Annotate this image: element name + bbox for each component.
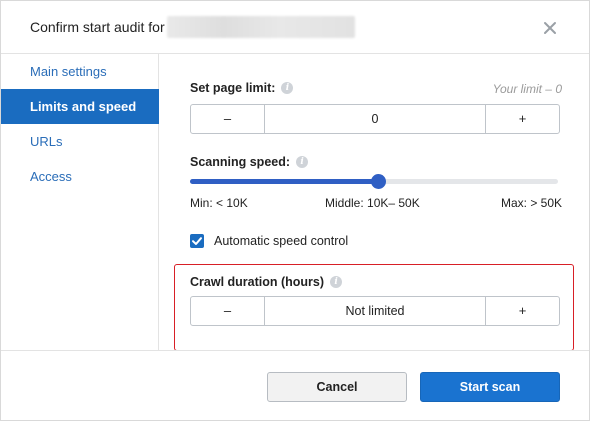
page-limit-label-text: Set page limit: [190,81,276,95]
info-icon[interactable]: i [330,275,343,288]
slider-thumb[interactable] [370,174,386,189]
scanning-speed-slider[interactable] [190,174,558,189]
crawl-duration-value[interactable]: Not limited [265,297,485,325]
page-limit-stepper: – 0 + [190,104,560,134]
page-limit-label: Set page limit: i [190,81,294,95]
checkmark-icon [192,237,202,245]
sidebar-item-access[interactable]: Access [1,159,159,194]
automatic-speed-label: Automatic speed control [214,234,349,248]
scanning-speed-label-text: Scanning speed: [190,155,291,169]
cancel-button[interactable]: Cancel [267,372,407,402]
page-limit-value[interactable]: 0 [265,105,485,133]
sidebar-item-main-settings[interactable]: Main settings [1,54,159,89]
speed-max-label: Max: > 50K [501,196,563,210]
close-button[interactable] [541,19,559,37]
dialog-title-text: Confirm start audit for [30,19,165,36]
start-scan-button[interactable]: Start scan [420,372,560,402]
dialog-footer: Cancel Start scan [1,350,589,420]
info-icon[interactable]: i [281,81,294,94]
your-limit-note: Your limit – 0 [492,82,562,96]
crawl-duration-label: Crawl duration (hours) i [190,275,343,289]
dialog-header: Confirm start audit for [1,1,589,54]
page-limit-decrement-button[interactable]: – [191,105,265,133]
crawl-duration-stepper: – Not limited + [190,296,560,326]
crawl-duration-decrement-button[interactable]: – [191,297,265,325]
info-icon[interactable]: i [296,155,309,168]
redacted-domain [166,16,355,38]
crawl-duration-increment-button[interactable]: + [485,297,559,325]
slider-fill [190,179,378,184]
scanning-speed-label: Scanning speed: i [190,155,309,169]
crawl-duration-label-text: Crawl duration (hours) [190,275,325,289]
limits-panel: Set page limit: i Your limit – 0 – 0 + Sc… [160,54,589,351]
speed-min-label: Min: < 10K [190,196,248,210]
sidebar-item-urls[interactable]: URLs [1,124,159,159]
page-limit-increment-button[interactable]: + [485,105,559,133]
dialog-title: Confirm start audit for [30,16,355,38]
close-icon [544,22,556,34]
sidebar-item-limits-and-speed[interactable]: Limits and speed [1,89,159,124]
speed-middle-label: Middle: 10K– 50K [325,196,420,210]
settings-sidebar: Main settings Limits and speed URLs Acce… [1,54,159,350]
confirm-audit-dialog: Confirm start audit for Main settings Li… [0,0,590,421]
automatic-speed-checkbox[interactable] [190,234,204,248]
